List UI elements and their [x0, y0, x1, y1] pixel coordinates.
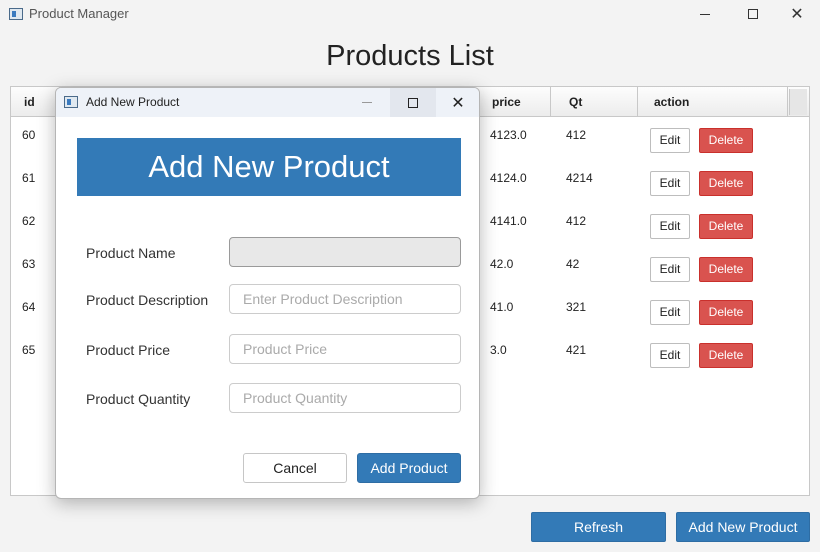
edit-button[interactable]: Edit	[650, 257, 690, 282]
delete-button[interactable]: Delete	[699, 171, 753, 196]
product-quantity-label: Product Quantity	[86, 391, 191, 407]
delete-button[interactable]: Delete	[699, 128, 753, 153]
product-description-input[interactable]	[229, 284, 461, 314]
cell-price: 4123.0	[490, 128, 527, 142]
delete-button[interactable]: Delete	[699, 214, 753, 239]
dialog-titlebar: Add New Product ✕	[56, 88, 479, 117]
cell-qt: 412	[566, 214, 587, 228]
cell-qt: 4214	[566, 171, 593, 185]
delete-button[interactable]: Delete	[699, 343, 753, 368]
dialog-minimize-button[interactable]	[344, 88, 390, 117]
edit-button[interactable]: Edit	[650, 343, 690, 368]
cell-qt: 321	[566, 300, 587, 314]
add-new-product-button[interactable]: Add New Product	[676, 512, 810, 542]
cell-id: 60	[22, 128, 36, 142]
close-icon: ✕	[790, 6, 804, 23]
dialog-close-button[interactable]: ✕	[435, 88, 479, 117]
dialog-maximize-button[interactable]	[390, 88, 436, 117]
delete-button[interactable]: Delete	[699, 300, 753, 325]
cell-id: 64	[22, 300, 36, 314]
cell-qt: 421	[566, 343, 587, 357]
column-header-action[interactable]: action	[646, 87, 788, 117]
delete-button[interactable]: Delete	[699, 257, 753, 282]
cell-id: 63	[22, 257, 36, 271]
add-product-button[interactable]: Add Product	[357, 453, 461, 483]
column-header-qt[interactable]: Qt	[561, 87, 638, 117]
edit-button[interactable]: Edit	[650, 214, 690, 239]
cell-qt: 412	[566, 128, 587, 142]
cell-price: 4141.0	[490, 214, 527, 228]
maximize-button[interactable]	[730, 0, 776, 28]
cell-id: 62	[22, 214, 36, 228]
product-name-input[interactable]	[229, 237, 461, 267]
close-button[interactable]: ✕	[774, 0, 820, 28]
product-quantity-input[interactable]	[229, 383, 461, 413]
minimize-icon	[362, 102, 372, 103]
minimize-icon	[700, 13, 710, 15]
maximize-icon	[408, 97, 418, 108]
cancel-button[interactable]: Cancel	[243, 453, 347, 483]
product-name-label: Product Name	[86, 245, 176, 261]
cell-id: 65	[22, 343, 36, 357]
cell-price: 3.0	[490, 343, 507, 357]
product-description-label: Product Description	[86, 292, 209, 308]
refresh-button[interactable]: Refresh	[531, 512, 666, 542]
table-header-corner	[789, 89, 807, 115]
product-price-label: Product Price	[86, 342, 171, 358]
minimize-button[interactable]	[682, 0, 728, 28]
dialog-title: Add New Product	[86, 95, 180, 109]
window-title: Product Manager	[29, 6, 129, 21]
cell-price: 4124.0	[490, 171, 527, 185]
edit-button[interactable]: Edit	[650, 300, 690, 325]
window-titlebar: Product Manager ✕	[0, 0, 820, 28]
column-header-id[interactable]: id	[16, 87, 60, 117]
app-icon	[9, 8, 23, 20]
edit-button[interactable]: Edit	[650, 171, 690, 196]
cell-price: 41.0	[490, 300, 514, 314]
maximize-icon	[748, 9, 758, 19]
add-product-dialog: Add New Product ✕ Add New Product Produc…	[55, 87, 480, 499]
product-price-input[interactable]	[229, 334, 461, 364]
close-icon: ✕	[451, 94, 465, 112]
page-title: Products List	[326, 40, 494, 72]
column-header-price[interactable]: price	[484, 87, 551, 117]
dialog-app-icon	[64, 96, 78, 108]
edit-button[interactable]: Edit	[650, 128, 690, 153]
cell-price: 42.0	[490, 257, 514, 271]
dialog-banner: Add New Product	[77, 138, 461, 196]
cell-qt: 42	[566, 257, 580, 271]
cell-id: 61	[22, 171, 36, 185]
